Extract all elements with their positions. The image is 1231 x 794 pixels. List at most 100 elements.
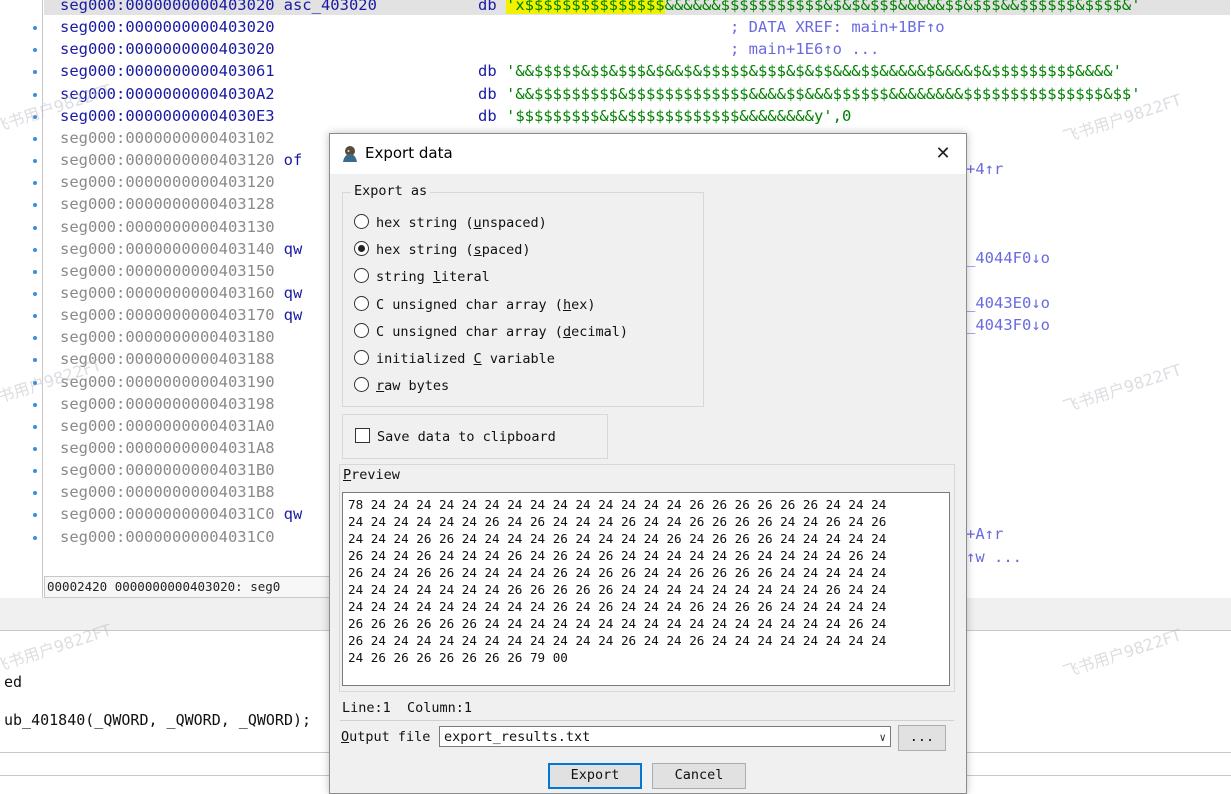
line-marker-icon: [33, 136, 37, 141]
address: seg000:0000000000403061: [60, 62, 275, 81]
line-marker-icon: [33, 247, 37, 252]
address: seg000:0000000000403188: [60, 350, 275, 369]
browse-button[interactable]: ...: [898, 725, 946, 751]
label-or-directive: qw: [283, 505, 303, 524]
line-marker-icon: [33, 114, 37, 119]
disassembly-line[interactable]: seg000:00000000004030A2: [60, 85, 275, 104]
output-file-combobox[interactable]: export_results.txt ∨: [439, 726, 891, 747]
disassembly-line[interactable]: seg000:0000000000403128: [60, 195, 275, 214]
disassembly-line[interactable]: seg000:0000000000403020: [60, 40, 275, 59]
export-format-radio[interactable]: hex string (unspaced): [354, 213, 547, 233]
chevron-down-icon[interactable]: ∨: [879, 727, 886, 748]
disassembly-line[interactable]: seg000:00000000004031B8: [60, 483, 275, 502]
checkbox-box[interactable]: [355, 428, 370, 443]
address: seg000:0000000000403128: [60, 195, 275, 214]
line-marker-icon: [33, 70, 37, 75]
disassembly-line[interactable]: seg000:00000000004031A8: [60, 439, 275, 458]
output-line: ed: [4, 673, 23, 691]
disassembly-line[interactable]: seg000:0000000000403061: [60, 62, 275, 81]
disassembly-line[interactable]: seg000:00000000004031A0: [60, 417, 275, 436]
disassembly-line[interactable]: seg000:00000000004031C0 qw: [60, 505, 302, 524]
line-marker-icon: [33, 225, 37, 230]
export-as-group: Export as hex string (unspaced) hex strin…: [342, 183, 704, 407]
disassembly-line[interactable]: seg000:00000000004031B0: [60, 461, 275, 480]
divider: [340, 720, 954, 721]
string-literal: '$$$$$$$$$&$&$$$$$$$$$$$$&&&&&&&&y',0: [506, 106, 852, 125]
disassembly-line[interactable]: seg000:0000000000403130: [60, 218, 275, 237]
line-marker-icon: [33, 535, 37, 540]
radio-circle[interactable]: [354, 322, 369, 338]
xref-text: +4↑r: [966, 160, 1004, 178]
xref-text: +A↑r: [966, 525, 1004, 543]
disassembly-line[interactable]: seg000:0000000000403198: [60, 395, 275, 414]
radio-circle[interactable]: [354, 268, 369, 284]
label-or-directive: asc_403020: [283, 0, 377, 14]
save-to-clipboard-checkbox[interactable]: Save data to clipboard: [355, 427, 556, 447]
disassembly-line[interactable]: seg000:0000000000403020: [60, 18, 275, 37]
disassembly-line[interactable]: seg000:0000000000403190: [60, 373, 275, 392]
address: seg000:0000000000403120: [60, 173, 275, 192]
export-format-radio[interactable]: hex string (spaced): [354, 240, 530, 260]
ida-app-icon: [343, 146, 357, 162]
radio-circle[interactable]: [354, 350, 369, 365]
export-format-radio[interactable]: string literal: [354, 267, 490, 287]
xref-comment: ; DATA XREF: main+1BF↑o: [730, 18, 945, 37]
disassembly-line[interactable]: seg000:0000000000403170 qw: [60, 306, 302, 325]
disassembly-line[interactable]: seg000:0000000000403180: [60, 328, 275, 347]
export-format-radio[interactable]: initialized C variable: [354, 349, 555, 369]
radio-circle[interactable]: [354, 377, 369, 393]
dialog-title: Export data: [365, 144, 453, 162]
disassembly-line[interactable]: seg000:0000000000403150: [60, 262, 275, 281]
output-file-value: export_results.txt: [444, 729, 591, 745]
clipboard-group: Save data to clipboard: [342, 414, 608, 459]
label-or-directive: qw: [283, 239, 303, 258]
xref-comment: ; main+1E6↑o ...: [730, 40, 880, 59]
preview-line: 24 24 24 24 24 24 26 24 26 24 24 24 26 2…: [348, 514, 887, 529]
disassembly-line[interactable]: seg000:00000000004030E3: [60, 107, 275, 126]
export-format-radio[interactable]: raw bytes: [354, 376, 449, 396]
cancel-button[interactable]: Cancel: [652, 763, 746, 789]
xref-text: _4043F0↓o: [966, 316, 1050, 334]
close-button[interactable]: ✕: [920, 134, 966, 174]
preview-line: 26 24 24 24 24 24 24 24 24 24 24 24 26 2…: [348, 633, 887, 648]
address: seg000:00000000004031A0: [60, 416, 275, 435]
line-marker-icon: [33, 269, 37, 274]
preview-text-area[interactable]: 78 24 24 24 24 24 24 24 24 24 24 24 24 2…: [342, 492, 950, 686]
label-or-directive: of: [283, 151, 303, 170]
disassembly-line[interactable]: seg000:0000000000403160 qw: [60, 284, 302, 303]
disassembly-line[interactable]: seg000:0000000000403120 of: [60, 151, 302, 170]
line-marker-icon: [33, 469, 37, 474]
data-definition: db '$$$$$$$$$&$&$$$$$$$$$$$$&&&&&&&&y',0: [478, 106, 852, 125]
disassembly-line[interactable]: seg000:00000000004031C0: [60, 528, 275, 547]
clipboard-label: Save data to clipboard: [377, 429, 556, 445]
gutter: [0, 0, 43, 598]
preview-line: 24 26 26 26 26 26 26 26 79 00: [348, 650, 568, 665]
address: seg000:00000000004031C0: [60, 527, 275, 546]
dialog-titlebar[interactable]: Export data ✕: [330, 134, 966, 174]
line-marker-icon: [33, 491, 37, 496]
radio-circle[interactable]: [354, 241, 369, 257]
radio-circle[interactable]: [354, 214, 369, 229]
line-marker-icon: [33, 314, 37, 319]
preview-line: 26 24 24 26 24 24 24 26 24 26 24 26 24 2…: [348, 548, 887, 563]
disassembly-line[interactable]: seg000:0000000000403120: [60, 173, 275, 192]
export-format-radio[interactable]: C unsigned char array (decimal): [354, 322, 628, 342]
address: seg000:0000000000403020: [60, 40, 275, 59]
radio-circle[interactable]: [354, 295, 369, 311]
export-button[interactable]: Export: [548, 763, 642, 789]
xref-text: ↑w ...: [966, 548, 1022, 566]
address: seg000:00000000004031A8: [60, 439, 275, 457]
preview-label: Preview: [343, 467, 400, 483]
disassembly-line[interactable]: seg000:0000000000403102: [60, 129, 275, 148]
export-format-radio[interactable]: C unsigned char array (hex): [354, 295, 595, 315]
label-or-directive: qw: [283, 283, 303, 302]
address: seg000:0000000000403102: [60, 128, 275, 147]
string-literal: '&&$$$$$$$$$&$$$$$$$$$$$$$&&&&$$&&&$$$$$…: [506, 84, 1141, 103]
address: seg000:0000000000403140: [60, 239, 275, 258]
disassembly-line[interactable]: seg000:0000000000403188: [60, 350, 275, 369]
export-data-dialog: Export data ✕ Export as hex string (unsp…: [329, 133, 967, 794]
data-definition: db '&&$$$$$$$$$&$$$$$$$$$$$$$&&&&$$&&&$$…: [478, 84, 1141, 103]
data-definition: db '&&$$$$$&$$&$$$&$&&$&$$$$$&$$$&$&$$&&…: [478, 62, 1122, 81]
disassembly-line[interactable]: seg000:0000000000403140 qw: [60, 240, 302, 259]
preview-line: 24 24 24 24 24 24 24 26 26 26 26 26 24 2…: [348, 582, 887, 597]
